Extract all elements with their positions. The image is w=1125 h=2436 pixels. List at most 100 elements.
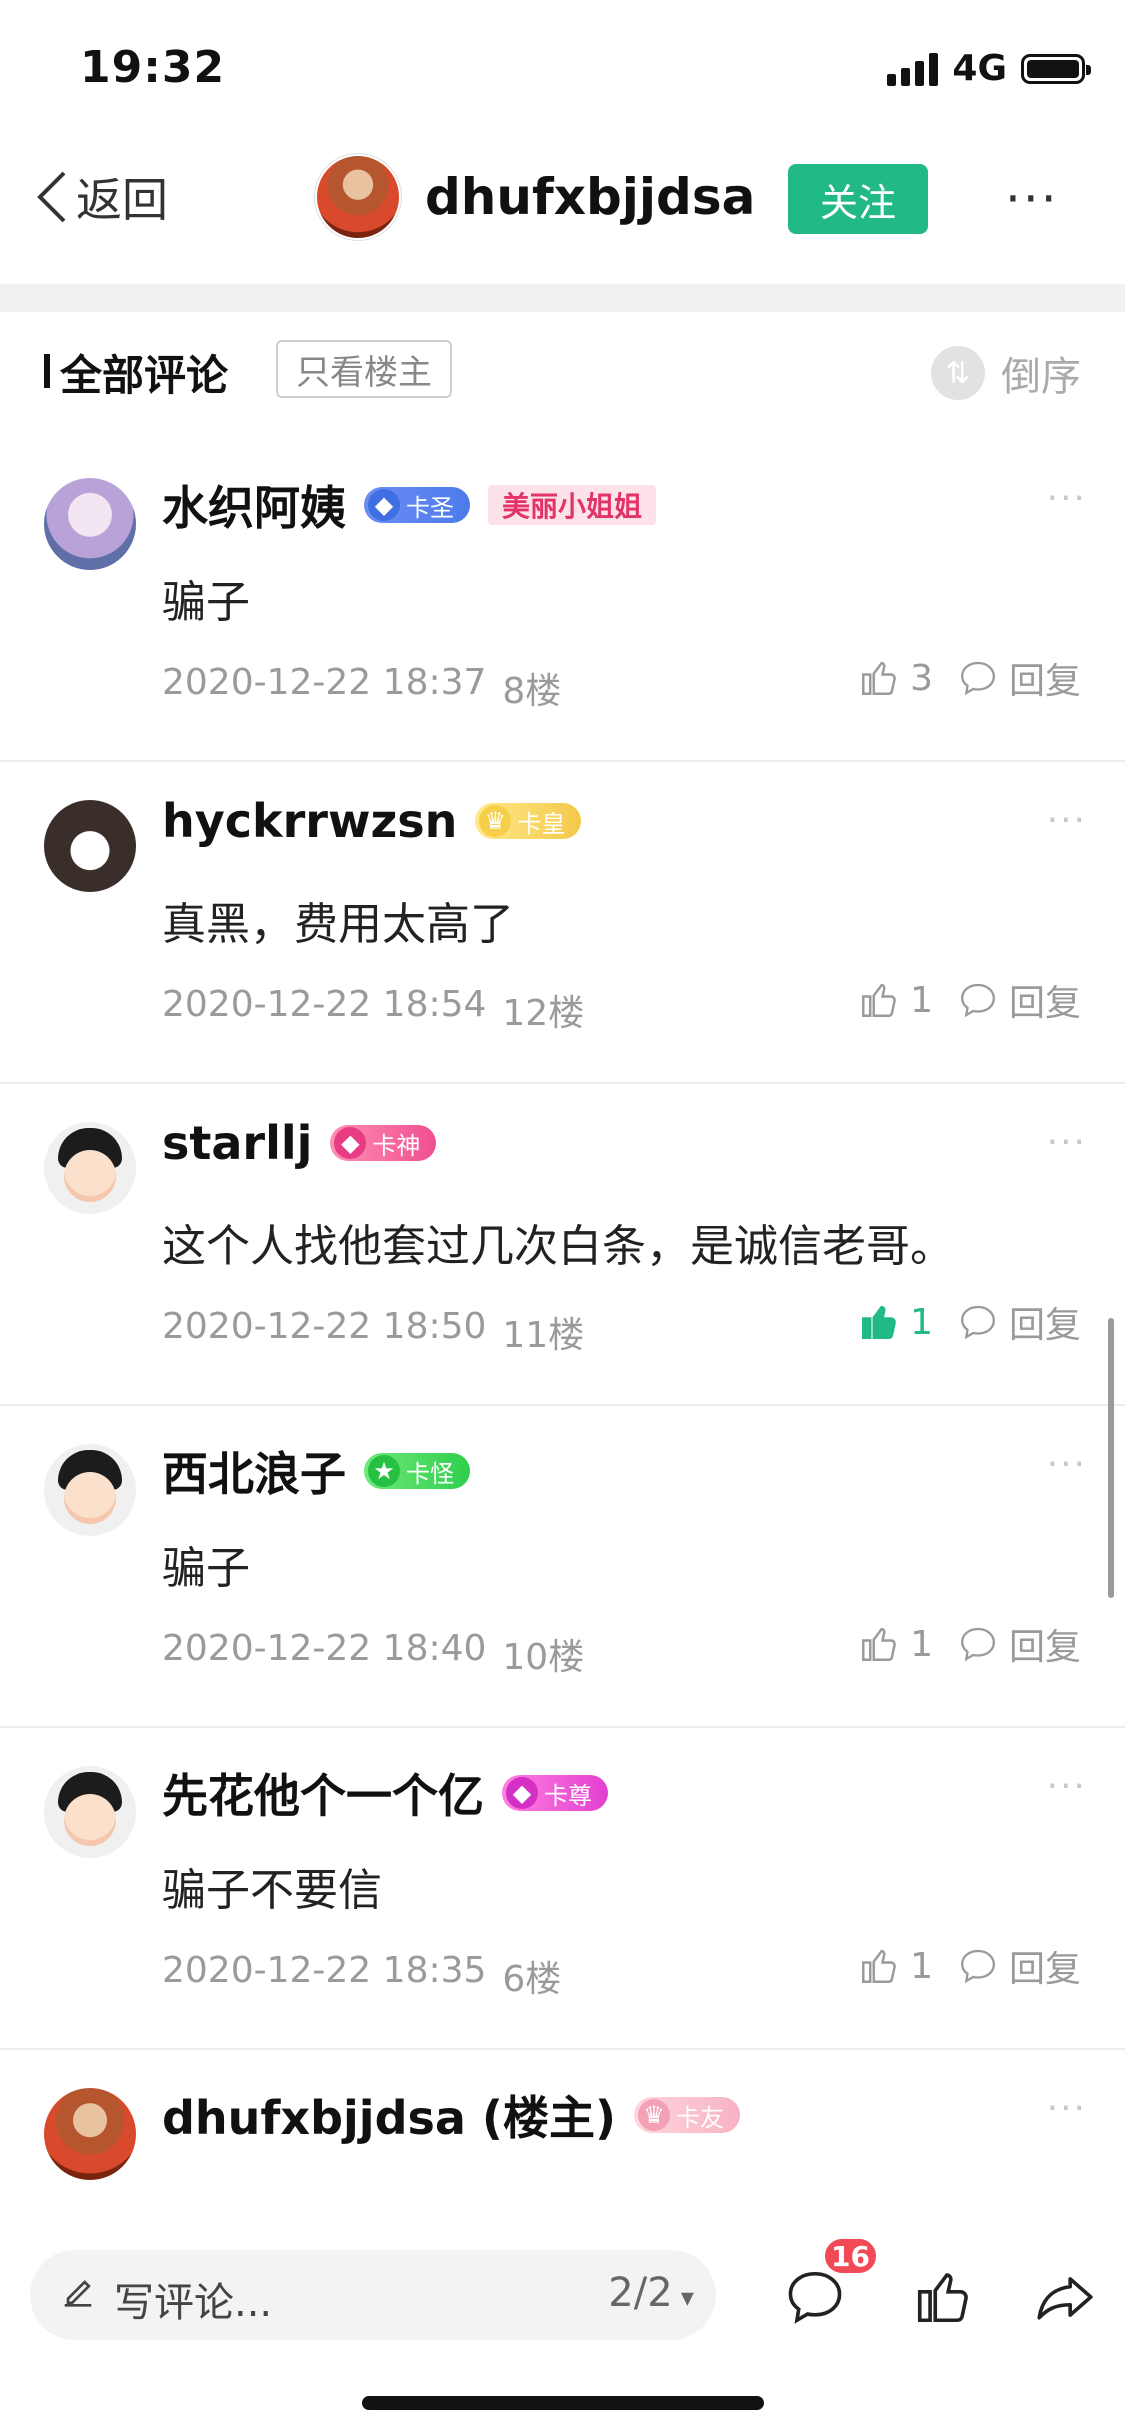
comment-item: 西北浪子 ★ 卡怪 ··· 骗子 2020-12-22 18:40 10楼 1 回…	[0, 1406, 1125, 1728]
comment-meta: 2020-12-22 18:54 12楼	[162, 984, 584, 1036]
reply-button[interactable]: 回复	[957, 974, 1081, 1026]
avatar[interactable]	[44, 1766, 136, 1858]
level-badge: ◆ 卡尊	[502, 1775, 608, 1811]
more-icon[interactable]: ···	[1005, 170, 1059, 228]
host-info[interactable]: dhufxbjjdsa	[315, 154, 755, 240]
level-badge: ◆ 卡神	[330, 1125, 437, 1161]
reply-button[interactable]: 回复	[957, 652, 1081, 704]
status-time: 19:32	[80, 42, 226, 93]
page-selector[interactable]: 2/2 ▾	[608, 2270, 694, 2316]
level-badge: ◆ 卡圣	[364, 487, 470, 523]
reply-button[interactable]: 回复	[957, 1940, 1081, 1992]
reply-label: 回复	[1008, 983, 1081, 1024]
reply-label: 回复	[1008, 1305, 1081, 1346]
host-avatar[interactable]	[315, 154, 401, 240]
comment-actions: 3 回复	[858, 652, 1081, 704]
comment-author[interactable]: 水织阿姨	[162, 472, 346, 538]
pencil-icon	[64, 2280, 92, 2307]
level-badge: ♛ 卡皇	[475, 803, 582, 839]
comment-item: dhufxbjjdsa (楼主) ♛ 卡友 ···	[0, 2050, 1125, 2250]
comment-list: 水织阿姨 ◆ 卡圣 美丽小姐姐 ··· 骗子 2020-12-22 18:37 8…	[0, 440, 1125, 2250]
comment-count-badge: 16	[822, 2236, 879, 2276]
title-tag: 美丽小姐姐	[488, 485, 657, 525]
crown-icon: ♛	[479, 805, 512, 837]
like-count: 1	[910, 1623, 933, 1665]
comment-author[interactable]: 先花他个一个亿	[162, 1760, 484, 1826]
diamond-icon: ◆	[506, 1777, 538, 1809]
comment-header: 先花他个一个亿 ◆ 卡尊	[162, 1760, 608, 1826]
comment-author[interactable]: dhufxbjjdsa (楼主)	[162, 2082, 616, 2148]
nav-bar: 返回 dhufxbjjdsa 关注 ···	[0, 140, 1125, 260]
host-username[interactable]: dhufxbjjdsa	[425, 168, 755, 226]
back-label: 返回	[76, 173, 168, 227]
comment-more-icon[interactable]: ···	[1047, 800, 1087, 841]
comment-more-icon[interactable]: ···	[1047, 478, 1087, 519]
network-label: 4G	[952, 48, 1007, 89]
home-indicator	[362, 2396, 764, 2410]
comment-more-icon[interactable]: ···	[1047, 1444, 1087, 1485]
diamond-icon: ◆	[368, 489, 400, 521]
comment-text: 骗子不要信	[162, 1865, 382, 1916]
like-count: 1	[910, 1945, 933, 1987]
comment-meta: 2020-12-22 18:40 10楼	[162, 1628, 584, 1680]
thumbs-up-icon	[862, 1627, 896, 1661]
back-button[interactable]: 返回	[34, 164, 168, 230]
only-host-filter-button[interactable]: 只看楼主	[276, 340, 452, 398]
follow-button[interactable]: 关注	[788, 164, 928, 234]
diamond-icon: ◆	[334, 1127, 367, 1159]
level-badge-label: 卡尊	[544, 1781, 592, 1810]
comment-header: 水织阿姨 ◆ 卡圣 美丽小姐姐	[162, 472, 657, 538]
like-button[interactable]: 3	[858, 657, 933, 699]
like-button[interactable]: 1	[858, 1623, 933, 1665]
comment-item: 先花他个一个亿 ◆ 卡尊 ··· 骗子不要信 2020-12-22 18:35 6…	[0, 1728, 1125, 2050]
thumbs-up-icon	[862, 983, 896, 1017]
comment-author[interactable]: 西北浪子	[162, 1438, 346, 1504]
comment-header: 西北浪子 ★ 卡怪	[162, 1438, 470, 1504]
comment-floor: 8楼	[502, 671, 562, 712]
comment-author[interactable]: hyckrrwzsn	[162, 794, 457, 848]
comment-item: 水织阿姨 ◆ 卡圣 美丽小姐姐 ··· 骗子 2020-12-22 18:37 8…	[0, 440, 1125, 762]
comment-input-placeholder: 写评论...	[114, 2280, 273, 2326]
comment-date: 2020-12-22 18:40	[162, 1628, 487, 1669]
comment-more-icon[interactable]: ···	[1047, 1766, 1087, 1807]
like-button[interactable]: 1	[858, 1301, 933, 1343]
level-badge-label: 卡皇	[517, 809, 566, 838]
reply-label: 回复	[1008, 1627, 1081, 1668]
avatar[interactable]	[44, 2088, 136, 2180]
comment-text: 骗子	[162, 577, 250, 628]
comment-more-icon[interactable]: ···	[1047, 2088, 1087, 2129]
comment-text: 真黑，费用太高了	[162, 899, 514, 950]
reply-button[interactable]: 回复	[957, 1296, 1081, 1348]
comment-item: starllj ◆ 卡神 ··· 这个人找他套过几次白条，是诚信老哥。 2020-…	[0, 1084, 1125, 1406]
reply-button[interactable]: 回复	[957, 1618, 1081, 1670]
comments-header: 全部评论 只看楼主 ⇅ 倒序	[0, 318, 1125, 418]
chat-bubble-icon	[960, 661, 995, 696]
comment-floor: 10楼	[502, 1637, 585, 1678]
comment-header: dhufxbjjdsa (楼主) ♛ 卡友	[162, 2082, 740, 2148]
comment-date: 2020-12-22 18:54	[162, 984, 487, 1025]
scrollbar[interactable]	[1108, 1318, 1114, 1598]
sort-toggle[interactable]: ⇅ 倒序	[931, 344, 1081, 402]
thumbs-up-icon[interactable]	[910, 2266, 976, 2328]
avatar[interactable]	[44, 478, 136, 570]
thumbs-up-icon	[862, 1949, 896, 1983]
like-count: 1	[910, 979, 933, 1021]
comment-input[interactable]: 写评论... 2/2 ▾	[30, 2250, 716, 2340]
chat-bubble-icon	[960, 983, 995, 1018]
level-badge-label: 卡友	[675, 2103, 724, 2132]
like-button[interactable]: 1	[858, 979, 933, 1021]
level-badge: ★ 卡怪	[364, 1453, 470, 1489]
share-icon[interactable]	[1032, 2266, 1098, 2328]
comment-actions: 1 回复	[858, 1618, 1081, 1670]
comment-text: 这个人找他套过几次白条，是诚信老哥。	[162, 1221, 954, 1272]
page-indicator: 2/2	[608, 2270, 673, 2316]
comment-more-icon[interactable]: ···	[1047, 1122, 1087, 1163]
like-button[interactable]: 1	[858, 1945, 933, 1987]
avatar[interactable]	[44, 800, 136, 892]
thumbs-up-filled-icon	[862, 1305, 896, 1339]
avatar[interactable]	[44, 1122, 136, 1214]
avatar[interactable]	[44, 1444, 136, 1536]
sort-label: 倒序	[1001, 354, 1081, 400]
comment-date: 2020-12-22 18:35	[162, 1950, 487, 1991]
comment-author[interactable]: starllj	[162, 1116, 312, 1170]
